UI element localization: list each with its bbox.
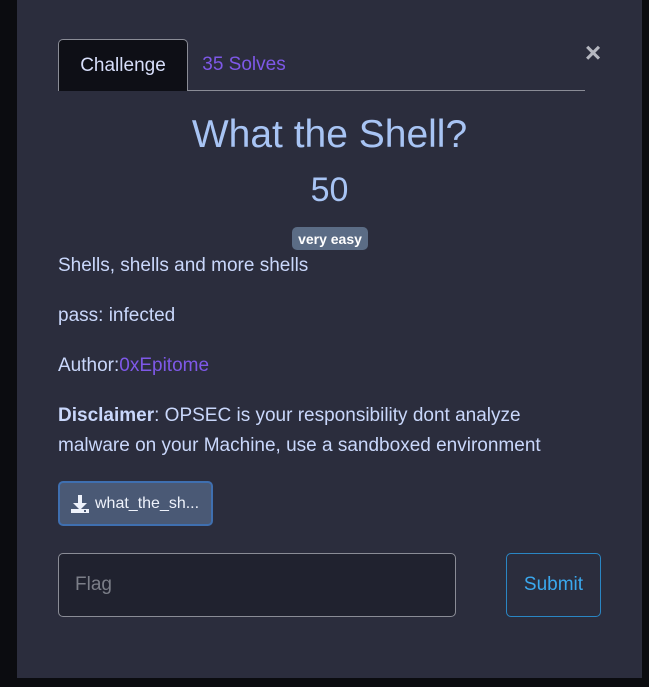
challenge-tabs: Challenge 35 Solves (58, 39, 585, 91)
challenge-modal: Challenge 35 Solves × What the Shell? 50… (17, 0, 642, 678)
tab-challenge[interactable]: Challenge (58, 39, 188, 91)
challenge-description: Shells, shells and more shells (58, 255, 309, 276)
submit-button[interactable]: Submit (506, 553, 601, 617)
disclaimer-label: Disclaimer (58, 405, 155, 426)
download-icon (71, 494, 89, 513)
author-link[interactable]: 0xEpitome (119, 355, 209, 376)
file-download-button[interactable]: what_the_sh... (58, 481, 213, 526)
challenge-title: What the Shell? (191, 113, 468, 156)
challenge-pass: pass: infected (58, 305, 176, 326)
file-name: what_the_sh... (95, 494, 200, 512)
challenge-points: 50 (310, 171, 349, 209)
challenge-author: Author:0xEpitome (58, 351, 209, 381)
difficulty-badge: very easy (292, 227, 368, 250)
tab-solves[interactable]: 35 Solves (189, 39, 299, 90)
close-icon[interactable]: × (580, 37, 606, 68)
challenge-disclaimer: Disclaimer: OPSEC is your responsibility… (58, 401, 588, 461)
author-label: Author: (58, 355, 120, 376)
flag-input[interactable] (58, 553, 456, 617)
